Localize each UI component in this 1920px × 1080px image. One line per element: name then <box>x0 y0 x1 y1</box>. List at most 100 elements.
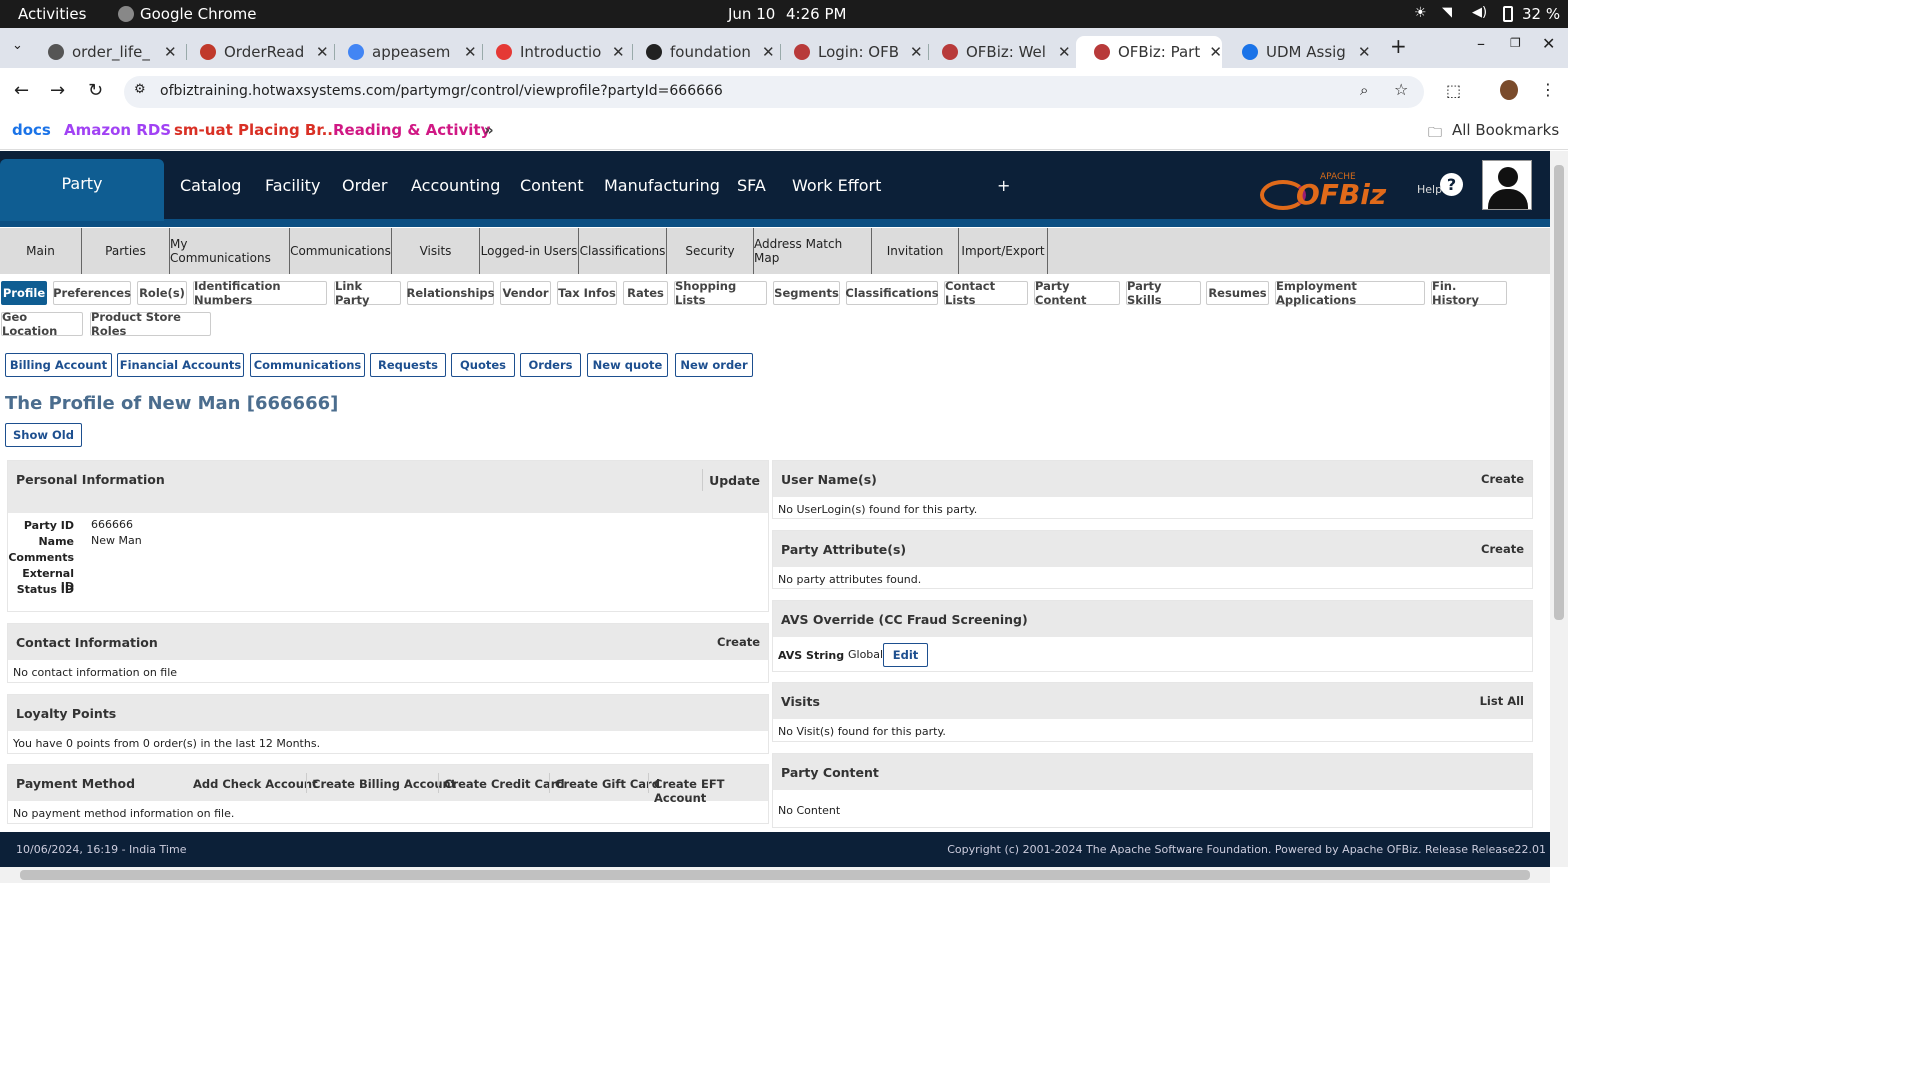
footer-copyright[interactable]: Copyright (c) 2001-2024 The Apache Softw… <box>947 843 1546 856</box>
tab-close-icon[interactable]: ✕ <box>316 43 329 61</box>
submenu-item[interactable]: Invitation <box>872 228 959 274</box>
action-button[interactable]: Billing Account <box>5 353 112 377</box>
action-button[interactable]: Orders <box>520 353 581 377</box>
profile-tab[interactable]: Link Party <box>334 279 401 307</box>
create-contact-link[interactable]: Create <box>717 635 760 649</box>
bookmark-sm-uat[interactable]: sm-uat Placing Br... <box>174 121 339 139</box>
profile-tab[interactable]: Relationships <box>407 281 494 305</box>
vertical-scrollbar[interactable] <box>1550 151 1568 867</box>
profile-tab[interactable]: Product Store Roles <box>90 310 211 338</box>
url-text[interactable]: ofbiztraining.hotwaxsystems.com/partymgr… <box>160 83 723 99</box>
action-button[interactable]: Communications <box>250 353 365 377</box>
create-userlogin-link[interactable]: Create <box>1481 472 1524 486</box>
os-time[interactable]: 4:26 PM <box>786 5 846 23</box>
profile-tab[interactable]: Preferences <box>53 281 131 305</box>
browser-tab[interactable]: OFBiz: Part ✕ <box>1076 36 1222 68</box>
menu-order[interactable]: Order <box>342 176 387 195</box>
update-link[interactable]: Update <box>709 473 760 488</box>
close-window-icon[interactable]: ✕ <box>1542 34 1555 53</box>
new-tab-icon[interactable]: + <box>1390 34 1407 58</box>
submenu-item[interactable]: Import/Export <box>959 228 1048 274</box>
browser-tab[interactable]: Introductio ✕ <box>486 36 626 68</box>
profile-tab[interactable]: Tax Infos <box>557 281 617 305</box>
action-button[interactable]: Quotes <box>451 353 515 377</box>
action-button[interactable]: New order <box>675 353 753 377</box>
menu-icon[interactable]: ⋮ <box>1540 80 1556 99</box>
menu--[interactable]: + <box>997 176 1010 195</box>
tab-close-icon[interactable]: ✕ <box>464 43 477 61</box>
profile-tab[interactable]: Contact Lists <box>944 279 1028 307</box>
submenu-item[interactable]: Classifications <box>579 228 667 274</box>
tab-close-icon[interactable]: ✕ <box>910 43 923 61</box>
more-bookmarks-icon[interactable]: » <box>484 121 494 139</box>
menu-facility[interactable]: Facility <box>265 176 320 195</box>
all-bookmarks[interactable]: All Bookmarks <box>1452 121 1559 139</box>
profile-tab[interactable]: Party Content <box>1034 279 1120 307</box>
forward-icon[interactable]: → <box>50 80 65 101</box>
payment-action-link[interactable]: Create EFT Account <box>654 777 768 805</box>
browser-tab[interactable]: Login: OFB ✕ <box>784 36 924 68</box>
tab-close-icon[interactable]: ✕ <box>762 43 775 61</box>
tab-close-icon[interactable]: ✕ <box>612 43 625 61</box>
profile-tab[interactable]: Shopping Lists <box>674 279 767 307</box>
browser-tab[interactable]: OrderRead ✕ <box>190 36 330 68</box>
minimize-icon[interactable]: – <box>1477 34 1485 53</box>
submenu-item[interactable]: My Communications <box>170 228 290 274</box>
profile-tab[interactable]: Role(s) <box>137 281 187 305</box>
browser-tab[interactable]: UDM Assig ✕ <box>1232 36 1372 68</box>
browser-tab[interactable]: OFBiz: Wel ✕ <box>932 36 1072 68</box>
menu-sfa[interactable]: SFA <box>737 176 766 195</box>
os-date[interactable]: Jun 10 <box>728 5 775 23</box>
profile-tab[interactable]: Segments <box>773 281 840 305</box>
user-avatar[interactable] <box>1482 160 1532 210</box>
menu-accounting[interactable]: Accounting <box>411 176 500 195</box>
profile-tab[interactable]: Resumes <box>1206 281 1269 305</box>
bookmark-amazon-rds[interactable]: Amazon RDS <box>64 121 171 139</box>
profile-tab[interactable]: Vendor <box>500 281 551 305</box>
payment-action-link[interactable]: Add Check Account <box>193 777 318 791</box>
payment-action-link[interactable]: Create Billing Account <box>312 777 456 791</box>
menu-catalog[interactable]: Catalog <box>180 176 241 195</box>
profile-tab[interactable]: Party Skills <box>1126 279 1201 307</box>
help-icon[interactable]: ? <box>1440 173 1463 196</box>
avs-edit-button[interactable]: Edit <box>883 643 928 667</box>
payment-action-link[interactable]: Create Credit Card <box>444 777 565 791</box>
extensions-icon[interactable]: ⬚ <box>1446 81 1461 100</box>
profile-tab[interactable]: Rates <box>623 281 668 305</box>
help-label[interactable]: Help <box>1417 183 1442 196</box>
submenu-item[interactable]: Parties <box>82 228 170 274</box>
menu-work-effort[interactable]: Work Effort <box>792 176 881 195</box>
submenu-item[interactable]: Communications <box>290 228 392 274</box>
action-button[interactable]: New quote <box>587 353 668 377</box>
action-button[interactable]: Requests <box>370 353 446 377</box>
zoom-icon[interactable]: ⌕ <box>1360 81 1368 99</box>
tab-close-icon[interactable]: ✕ <box>1058 43 1071 61</box>
create-attribute-link[interactable]: Create <box>1481 542 1524 556</box>
horizontal-scrollbar[interactable] <box>0 867 1550 883</box>
browser-tab[interactable]: order_life_ ✕ <box>38 36 178 68</box>
scroll-thumb[interactable] <box>1554 165 1564 620</box>
bookmark-docs[interactable]: docs <box>12 121 51 139</box>
action-button[interactable]: Financial Accounts <box>117 353 244 377</box>
profile-tab[interactable]: Geo Location <box>1 310 83 338</box>
tab-party[interactable]: Party <box>0 159 164 221</box>
reload-icon[interactable]: ↻ <box>88 80 103 101</box>
tab-close-icon[interactable]: ✕ <box>164 43 177 61</box>
show-old-button[interactable]: Show Old <box>5 423 82 447</box>
browser-tab[interactable]: appeasem ✕ <box>338 36 478 68</box>
submenu-item[interactable]: Visits <box>392 228 480 274</box>
submenu-item[interactable]: Address Match Map <box>754 228 872 274</box>
activities-button[interactable]: Activities <box>18 5 86 23</box>
menu-content[interactable]: Content <box>520 176 584 195</box>
bookmark-star-icon[interactable]: ☆ <box>1394 80 1408 99</box>
tab-close-icon[interactable]: ✕ <box>1209 43 1222 61</box>
profile-tab[interactable]: Classifications <box>845 281 939 305</box>
tab-close-icon[interactable]: ✕ <box>1358 43 1371 61</box>
profile-tab[interactable]: Profile <box>1 281 47 305</box>
site-info-icon[interactable]: ⚙ <box>134 82 146 97</box>
profile-avatar[interactable] <box>1500 80 1518 100</box>
submenu-item[interactable]: Main <box>0 228 82 274</box>
back-icon[interactable]: ← <box>14 80 29 101</box>
profile-tab[interactable]: Employment Applications <box>1275 279 1425 307</box>
list-all-visits-link[interactable]: List All <box>1480 694 1524 708</box>
